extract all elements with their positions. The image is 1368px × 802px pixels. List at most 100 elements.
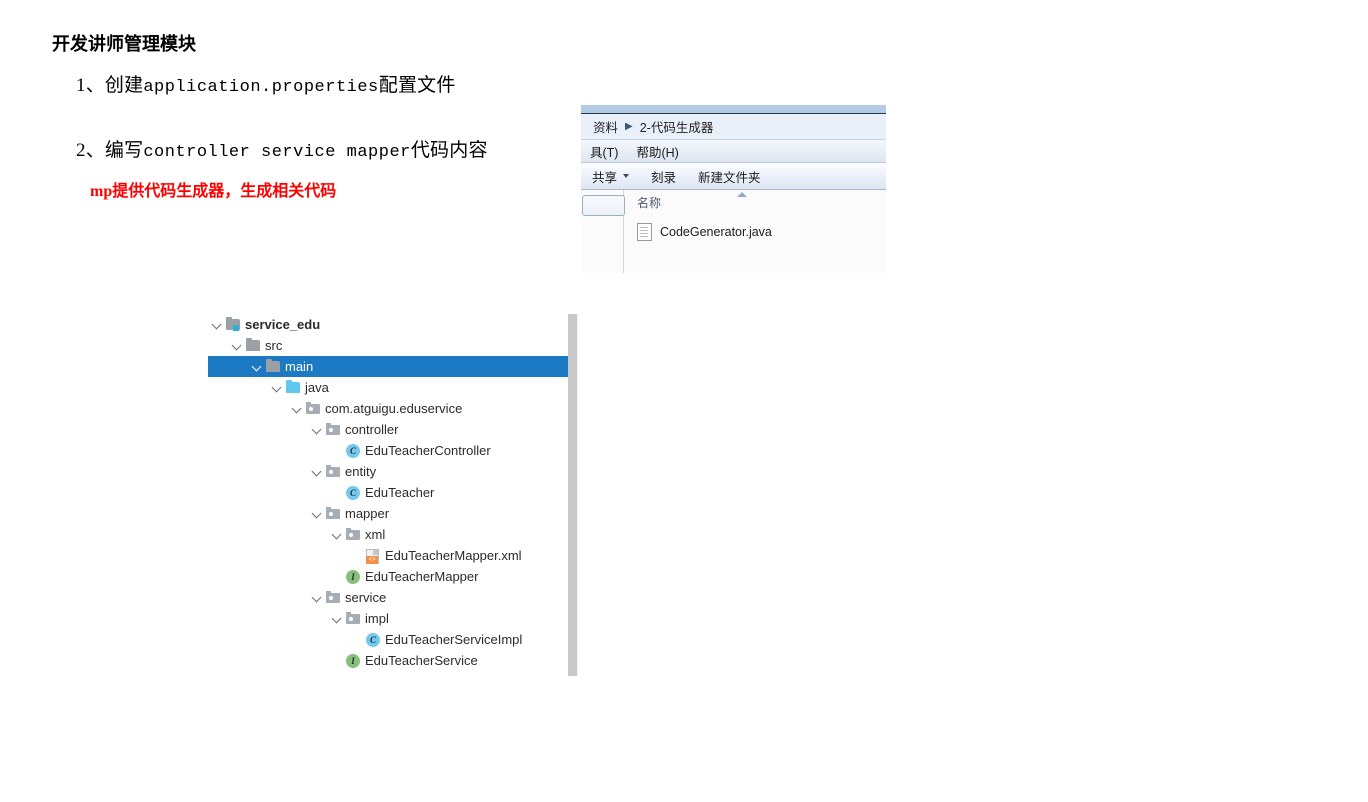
toolbar-share-label: 共享 xyxy=(592,170,618,185)
chevron-down-icon xyxy=(623,174,630,178)
tree-node-eduteacherservice[interactable]: I EduTeacherService xyxy=(208,650,576,671)
tree-node-service[interactable]: service xyxy=(208,587,576,608)
tree-node-controller[interactable]: controller xyxy=(208,419,576,440)
tree-node-src[interactable]: src xyxy=(208,335,576,356)
tree-arrow-spacer xyxy=(330,482,345,503)
tree-node-mapper[interactable]: mapper xyxy=(208,503,576,524)
toolbar-new-folder-button[interactable]: 新建文件夹 xyxy=(687,167,772,186)
package-icon xyxy=(325,587,342,608)
tree-node-impl[interactable]: impl xyxy=(208,608,576,629)
package-icon xyxy=(325,419,342,440)
menu-item-help[interactable]: 帮助(H) xyxy=(627,142,687,161)
doc-step-1: 1、创建application.properties配置文件 xyxy=(76,70,456,97)
chevron-down-icon[interactable] xyxy=(310,503,325,524)
tree-node-label: com.atguigu.eduservice xyxy=(325,401,463,416)
package-icon xyxy=(325,503,342,524)
explorer-address-bar[interactable]: 资料 ▶ 2-代码生成器 xyxy=(581,114,886,140)
doc-step-2-prefix: 2、编写 xyxy=(76,140,144,161)
folder-icon xyxy=(265,356,282,377)
tree-node-label: mapper xyxy=(345,506,390,521)
package-icon xyxy=(345,524,362,545)
package-icon xyxy=(305,398,322,419)
tree-arrow-spacer xyxy=(330,440,345,461)
tree-node-label: impl xyxy=(365,611,389,626)
tree-node-label: entity xyxy=(345,464,377,479)
java-class-icon: C xyxy=(345,440,362,461)
breadcrumb-root[interactable]: 资料 xyxy=(593,117,618,136)
tree-node-label: service_edu xyxy=(245,317,321,332)
tree-arrow-spacer xyxy=(330,566,345,587)
doc-note: mp提供代码生成器，生成相关代码 xyxy=(90,183,337,200)
chevron-down-icon[interactable] xyxy=(290,398,305,419)
doc-step-2-suffix: 代码内容 xyxy=(410,140,488,161)
doc-step-1-mono: application.properties xyxy=(143,78,379,97)
project-tree-rows: service_edusrc main java com.atguigu.eduser… xyxy=(208,314,576,671)
search-input[interactable] xyxy=(582,195,625,216)
tree-arrow-spacer xyxy=(350,629,365,650)
page-title: 开发讲师管理模块 xyxy=(52,34,196,54)
tree-node-label: java xyxy=(305,380,329,395)
explorer-menu-bar: 具(T) 帮助(H) xyxy=(581,140,886,163)
doc-step-1-prefix: 1、创建 xyxy=(76,75,144,96)
breadcrumb-current[interactable]: 2-代码生成器 xyxy=(640,117,714,136)
tree-node-label: EduTeacherController xyxy=(365,443,491,458)
tree-node-service-edu[interactable]: service_edu xyxy=(208,314,576,335)
project-tree-panel: service_edusrc main java com.atguigu.eduser… xyxy=(208,314,578,676)
tree-node-label: xml xyxy=(365,527,386,542)
chevron-down-icon[interactable] xyxy=(330,524,345,545)
doc-step-2: 2、编写controller service mapper代码内容 xyxy=(76,135,488,162)
explorer-body: 名称 CodeGenerator.java xyxy=(581,190,886,273)
explorer-navigation-pane xyxy=(581,190,625,273)
java-class-icon: C xyxy=(365,629,382,650)
chevron-down-icon[interactable] xyxy=(230,335,245,356)
file-list-item[interactable]: CodeGenerator.java xyxy=(624,220,886,244)
tree-arrow-spacer xyxy=(350,545,365,566)
folder-icon xyxy=(245,335,262,356)
xml-file-icon: <> xyxy=(365,545,382,566)
column-header-name-label: 名称 xyxy=(637,196,662,210)
explorer-titlebar xyxy=(581,105,886,114)
tree-node-eduteacherserviceimpl[interactable]: C EduTeacherServiceImpl xyxy=(208,629,576,650)
chevron-down-icon[interactable] xyxy=(310,587,325,608)
file-name: CodeGenerator.java xyxy=(660,225,772,239)
chevron-down-icon[interactable] xyxy=(330,608,345,629)
toolbar-share-button[interactable]: 共享 xyxy=(581,167,640,186)
tree-node-label: EduTeacherMapper xyxy=(365,569,479,584)
module-folder-icon xyxy=(225,314,242,335)
tree-node-eduteacher[interactable]: C EduTeacher xyxy=(208,482,576,503)
chevron-down-icon[interactable] xyxy=(310,419,325,440)
tree-node-xml[interactable]: xml xyxy=(208,524,576,545)
tree-node-label: EduTeacherMapper.xml xyxy=(385,548,522,563)
tree-node-eduteachermapper-xml[interactable]: <> EduTeacherMapper.xml xyxy=(208,545,576,566)
tree-node-label: EduTeacherService xyxy=(365,653,478,668)
java-class-icon: C xyxy=(345,482,362,503)
tree-arrow-spacer xyxy=(330,650,345,671)
column-header-name[interactable]: 名称 xyxy=(624,190,886,215)
explorer-file-list: 名称 CodeGenerator.java xyxy=(624,190,886,273)
chevron-down-icon[interactable] xyxy=(270,377,285,398)
tree-scrollbar-thumb[interactable] xyxy=(568,314,577,676)
tree-node-label: EduTeacherServiceImpl xyxy=(385,632,523,647)
tree-node-com-atguigu-eduservice[interactable]: com.atguigu.eduservice xyxy=(208,398,576,419)
tree-node-eduteachercontroller[interactable]: C EduTeacherController xyxy=(208,440,576,461)
doc-step-1-suffix: 配置文件 xyxy=(378,75,456,96)
chevron-down-icon[interactable] xyxy=(310,461,325,482)
tree-node-label: EduTeacher xyxy=(365,485,435,500)
file-explorer-window: 资料 ▶ 2-代码生成器 具(T) 帮助(H) 共享 刻录 新建文件夹 名称 C… xyxy=(581,105,886,273)
chevron-down-icon[interactable] xyxy=(210,314,225,335)
tree-node-java[interactable]: java xyxy=(208,377,576,398)
java-interface-icon: I xyxy=(345,650,362,671)
package-icon xyxy=(325,461,342,482)
menu-item-tools[interactable]: 具(T) xyxy=(581,142,627,161)
package-icon xyxy=(345,608,362,629)
tree-scrollbar-track[interactable] xyxy=(568,314,578,676)
toolbar-burn-button[interactable]: 刻录 xyxy=(640,167,687,186)
chevron-down-icon[interactable] xyxy=(250,356,265,377)
explorer-toolbar: 共享 刻录 新建文件夹 xyxy=(581,163,886,190)
tree-node-main[interactable]: main xyxy=(208,356,576,377)
tree-node-entity[interactable]: entity xyxy=(208,461,576,482)
tree-node-eduteachermapper[interactable]: I EduTeacherMapper xyxy=(208,566,576,587)
tree-node-label: service xyxy=(345,590,387,605)
java-file-icon xyxy=(637,223,652,241)
tree-node-label: main xyxy=(285,359,314,374)
